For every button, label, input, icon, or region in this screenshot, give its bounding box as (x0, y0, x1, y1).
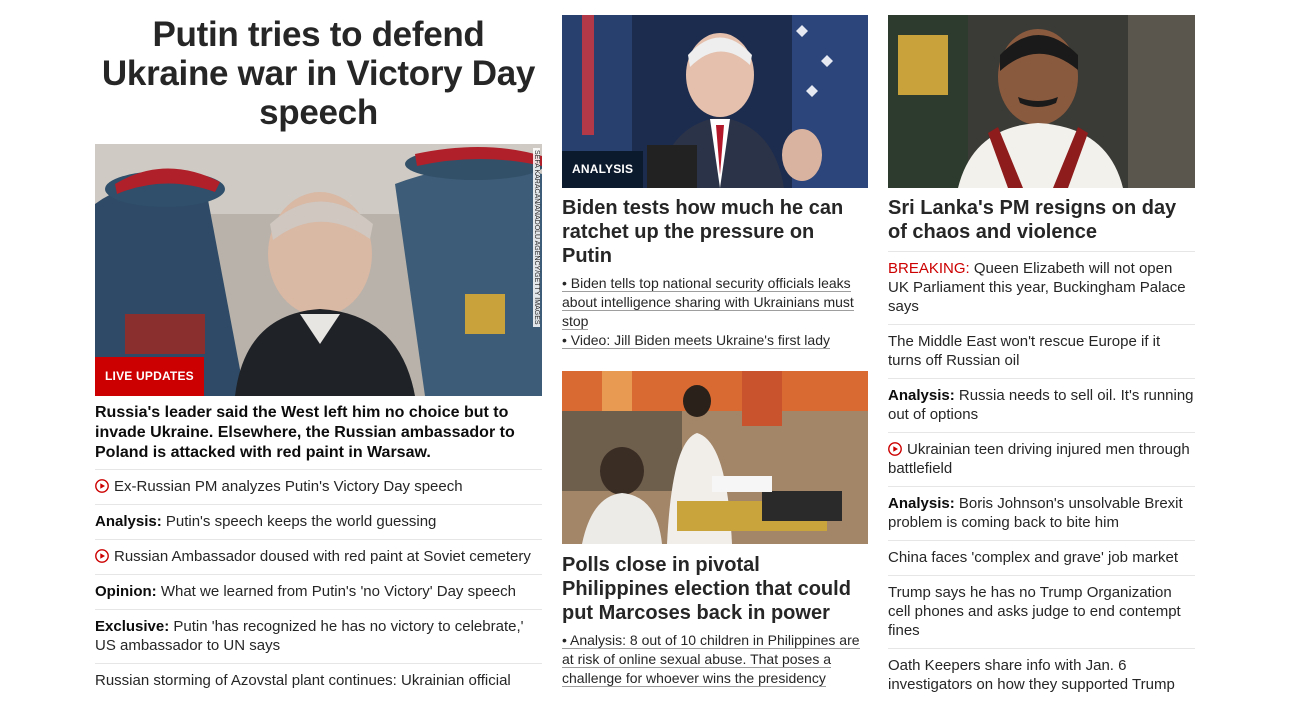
lead-story-image[interactable]: SEFA KARACAN/ANADOLU AGENCY/GETTY IMAGES… (95, 144, 542, 396)
headline-link-item[interactable]: Exclusive: Putin 'has recognized he has … (95, 609, 542, 663)
related-links-list: Ex-Russian PM analyzes Putin's Victory D… (95, 469, 542, 698)
lead-story-column: Putin tries to defend Ukraine war in Vic… (95, 15, 542, 698)
biden-bullet-2[interactable]: • Video: Jill Biden meets Ukraine's firs… (562, 331, 868, 350)
headline-link-item[interactable]: Oath Keepers share info with Jan. 6 inve… (888, 648, 1195, 702)
sri-lanka-story-image[interactable] (888, 15, 1195, 188)
lead-description[interactable]: Russia's leader said the West left him n… (95, 403, 542, 463)
analysis-badge[interactable]: ANALYSIS (562, 151, 644, 188)
headline-link-item[interactable]: The Middle East won't rescue Europe if i… (888, 324, 1195, 378)
lead-headline[interactable]: Putin tries to defend Ukraine war in Vic… (95, 15, 542, 132)
headlines-list: BREAKING: Queen Elizabeth will not open … (888, 251, 1195, 702)
sri-lanka-photo-illustration (888, 15, 1195, 188)
item-text: What we learned from Putin's 'no Victory… (156, 583, 516, 600)
headline-link-item[interactable]: Analysis: Putin's speech keeps the world… (95, 504, 542, 539)
item-text: Russian storming of Azovstal plant conti… (95, 672, 511, 689)
biden-bullet-1[interactable]: • Biden tells top national security offi… (562, 274, 868, 331)
item-text: The Middle East won't rescue Europe if i… (888, 333, 1161, 369)
philippines-bullet-1[interactable]: • Analysis: 8 out of 10 children in Phil… (562, 631, 868, 688)
headline-link-item[interactable]: Russian Ambassador doused with red paint… (95, 539, 542, 574)
item-text: Oath Keepers share info with Jan. 6 inve… (888, 657, 1175, 693)
headline-link-item[interactable]: Trump says he has no Trump Organization … (888, 575, 1195, 648)
play-circle-icon (95, 549, 109, 563)
headline-link-item[interactable]: Analysis: Boris Johnson's unsolvable Bre… (888, 486, 1195, 540)
item-text: Ex-Russian PM analyzes Putin's Victory D… (114, 478, 463, 495)
biden-headline[interactable]: Biden tests how much he can ratchet up t… (562, 196, 868, 268)
philippines-headline[interactable]: Polls close in pivotal Philippines elect… (562, 553, 868, 625)
headline-link-item[interactable]: BREAKING: Queen Elizabeth will not open … (888, 251, 1195, 324)
secondary-stories-column: ANALYSIS Biden tests how much he can rat… (562, 15, 868, 688)
item-text: Ukrainian teen driving injured men throu… (888, 441, 1190, 477)
item-prefix-label: Analysis: (888, 387, 955, 404)
item-text: Putin's speech keeps the world guessing (161, 513, 437, 530)
headline-link-item[interactable]: Russian storming of Azovstal plant conti… (95, 663, 542, 698)
headline-link-item[interactable]: Analysis: Russia needs to sell oil. It's… (888, 378, 1195, 432)
play-circle-icon (95, 479, 109, 493)
philippines-photo-illustration (562, 371, 868, 544)
item-prefix-label: Analysis: (95, 513, 162, 530)
headline-link-item[interactable]: Ukrainian teen driving injured men throu… (888, 432, 1195, 486)
headline-link-item[interactable]: Opinion: What we learned from Putin's 'n… (95, 574, 542, 609)
play-circle-icon (888, 442, 902, 456)
tertiary-stories-column: Sri Lanka's PM resigns on day of chaos a… (888, 15, 1195, 702)
item-prefix-label: Opinion: (95, 583, 157, 600)
item-prefix-label: Exclusive: (95, 618, 170, 635)
item-text: Trump says he has no Trump Organization … (888, 584, 1181, 639)
item-text: China faces 'complex and grave' job mark… (888, 549, 1179, 566)
item-text: Russian Ambassador doused with red paint… (114, 548, 531, 565)
photo-credit: SEFA KARACAN/ANADOLU AGENCY/GETTY IMAGES (533, 148, 540, 327)
headline-link-item[interactable]: China faces 'complex and grave' job mark… (888, 540, 1195, 575)
sri-lanka-headline[interactable]: Sri Lanka's PM resigns on day of chaos a… (888, 196, 1195, 244)
biden-story-image[interactable]: ANALYSIS (562, 15, 868, 188)
headline-link-item[interactable]: Ex-Russian PM analyzes Putin's Victory D… (95, 469, 542, 504)
item-prefix-label: Analysis: (888, 495, 955, 512)
philippines-story-image[interactable] (562, 371, 868, 544)
live-updates-badge[interactable]: LIVE UPDATES (95, 357, 204, 396)
breaking-label: BREAKING: (888, 260, 970, 277)
